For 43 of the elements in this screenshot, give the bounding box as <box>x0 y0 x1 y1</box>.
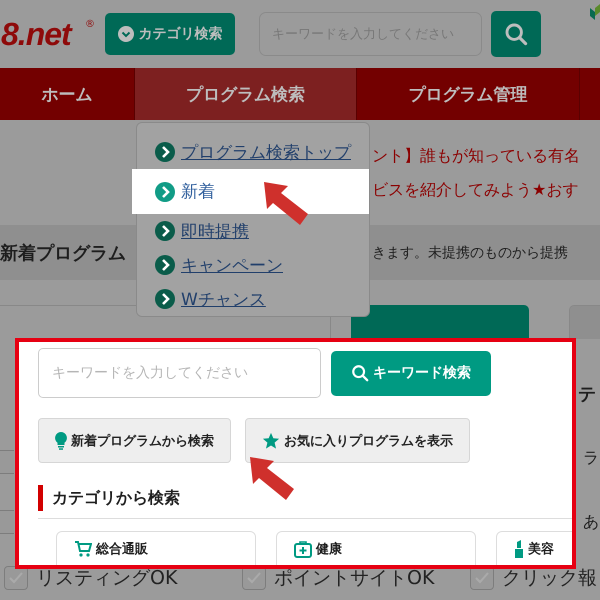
chevron-right-icon <box>155 289 175 309</box>
side-text: テ <box>578 383 596 407</box>
notice-text: ビスを紹介してみよう★おす <box>372 178 580 200</box>
keyword-search-button[interactable]: キーワード検索 <box>331 350 491 396</box>
nav-tab[interactable]: プログラム検索 <box>135 68 357 120</box>
search-button[interactable] <box>491 11 541 57</box>
search-icon <box>351 364 369 382</box>
side-button[interactable] <box>569 305 600 339</box>
pointer-arrow <box>248 455 296 503</box>
section-title: 新着プログラム <box>0 242 126 264</box>
search-icon <box>504 22 528 46</box>
chevron-down-icon <box>118 26 134 42</box>
light-bulb-icon <box>55 432 67 450</box>
menu-item[interactable]: 新着 <box>132 169 369 214</box>
category-card[interactable]: 総合通販 <box>56 531 256 565</box>
chevron-right-icon <box>155 182 175 202</box>
menu-item[interactable]: キャンペーン <box>137 248 369 282</box>
chevron-right-icon <box>155 142 175 162</box>
notice-text: ント】誰もが知っている有名 <box>372 144 581 166</box>
category-card[interactable]: 美容 <box>496 531 572 565</box>
checkbox[interactable] <box>4 566 28 590</box>
side-text: ラ <box>583 447 599 469</box>
filter-label: リスティングOK <box>36 566 178 591</box>
pointer-arrow <box>262 180 310 228</box>
registered-mark: ® <box>85 18 96 30</box>
leaf-icon <box>590 4 600 20</box>
side-text: あ <box>583 511 599 533</box>
keyword-search-button[interactable] <box>351 305 530 338</box>
star-icon <box>262 432 280 450</box>
first-aid-kit-icon <box>294 540 312 558</box>
chevron-right-icon <box>155 255 175 275</box>
category-search-button[interactable]: カテゴリ検索 <box>105 13 235 55</box>
chevron-right-icon <box>155 221 175 241</box>
action-button[interactable]: 新着プログラムから検索 <box>38 418 231 463</box>
section-description: きます。未提携のものから提携 <box>372 244 569 262</box>
filter-label: クリック報 <box>502 566 597 591</box>
category-card[interactable]: 健康 <box>276 531 476 565</box>
filter-label: ポイントサイトOK <box>274 566 434 591</box>
keyword-field[interactable]: キーワードを入力してください <box>38 348 321 398</box>
action-button[interactable]: お気に入りプログラムを表示 <box>245 418 470 463</box>
lipstick-icon <box>514 540 524 558</box>
cart-icon <box>74 540 92 558</box>
menu-item[interactable]: Wチャンス <box>137 282 369 316</box>
